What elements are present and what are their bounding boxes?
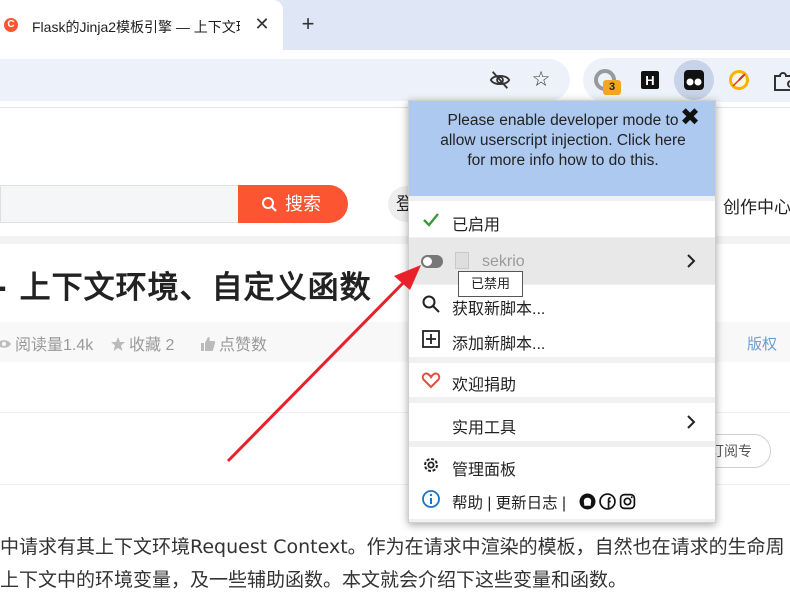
search-input[interactable] [0, 185, 240, 223]
donate-label: 欢迎捐助 [452, 377, 517, 394]
help-links: 帮助 | 更新日志 | [452, 491, 566, 513]
like-label: 点赞数 [219, 337, 268, 354]
bookmark-star-icon[interactable]: ☆ [530, 69, 552, 91]
script-status-tooltip: 已禁用 [458, 271, 523, 297]
help-row: 帮助 | 更新日志 | [409, 483, 715, 519]
utilities-label: 实用工具 [452, 420, 517, 437]
tab-title: Flask的Jinja2模板引擎 — 上下文环境、自定义函数 [32, 19, 240, 35]
h-icon[interactable]: H [637, 67, 663, 93]
add-new-script-item[interactable]: 添加新脚本... [409, 321, 715, 357]
star-icon [111, 337, 125, 351]
close-icon[interactable]: ✖ [679, 106, 701, 130]
github-icon[interactable] [579, 493, 596, 510]
banner-text: Please enable developer mode to allow us… [440, 112, 686, 169]
developer-mode-banner[interactable]: Please enable developer mode to allow us… [409, 101, 715, 196]
script-toggle-switch[interactable] [421, 255, 443, 268]
tab-active[interactable]: C Flask的Jinja2模板引擎 — 上下文环境、自定义函数 ✕ [0, 0, 283, 50]
puzzle-icon[interactable] [770, 67, 790, 93]
favorite-label: 收藏 2 [129, 337, 175, 354]
get-new-script-item[interactable]: 获取新脚本... [409, 285, 715, 321]
read-count-label: 阅读量1.4k [15, 337, 94, 354]
new-tab-button[interactable]: + [296, 12, 320, 36]
read-count: 阅读量1.4k [0, 331, 93, 355]
tab-close-icon[interactable]: ✕ [252, 14, 272, 34]
donate-item[interactable]: 欢迎捐助 [409, 363, 715, 397]
copyright-link[interactable]: 版权 [747, 333, 777, 354]
csdn-favicon-icon: C [4, 18, 18, 32]
get-new-script-label: 获取新脚本... [452, 301, 546, 318]
eye-icon [0, 340, 11, 348]
speedometer-icon[interactable] [726, 67, 752, 93]
plus-square-icon [422, 330, 440, 348]
search-button-label: 搜索 [285, 194, 321, 214]
svg-text:H: H [645, 73, 654, 88]
paragraph-line: 上下文中的环境变量，及一些辅助函数。本文就会介绍下这些变量和函数。 [0, 569, 628, 591]
address-bar[interactable] [0, 59, 570, 101]
changelog-link[interactable]: 更新日志 [496, 495, 558, 512]
separator: | [487, 495, 492, 512]
extension-badge: 3 [603, 80, 621, 95]
chevron-right-icon [687, 254, 696, 268]
check-icon [423, 213, 439, 227]
creator-center-link[interactable]: 创作中心 [723, 193, 790, 218]
tab-strip: C Flask的Jinja2模板引擎 — 上下文环境、自定义函数 ✕ + [0, 0, 790, 50]
favorite-button[interactable]: 收藏 2 [110, 331, 174, 355]
article-title: - 上下文环境、自定义函数 [0, 270, 372, 306]
eye-slash-icon[interactable] [489, 69, 511, 91]
footer-group: 管理面板 帮助 | 更新日志 | [409, 447, 715, 519]
add-new-script-label: 添加新脚本... [452, 336, 546, 353]
utilities-item[interactable]: 实用工具 [409, 403, 715, 441]
script-item-sekrio[interactable]: sekrio [409, 238, 715, 284]
chevron-right-icon [687, 415, 696, 429]
enabled-label: 已启用 [452, 217, 501, 234]
paragraph-line: 中请求有其上下文环境Request Context。作为在请求中渲染的模板，自然… [0, 536, 785, 558]
search-button[interactable]: 搜索 [238, 185, 348, 223]
script-file-icon [455, 252, 469, 269]
script-actions-group: 获取新脚本... 添加新脚本... [409, 285, 715, 357]
search-icon [422, 295, 440, 313]
social-icons [579, 493, 639, 510]
dashboard-label: 管理面板 [452, 462, 517, 479]
tampermonkey-icon [684, 70, 704, 90]
thumbs-up-icon [201, 337, 216, 351]
info-icon [422, 490, 440, 508]
like-button[interactable]: 点赞数 [200, 331, 267, 355]
facebook-icon[interactable] [599, 493, 616, 510]
script-name: sekrio [482, 253, 525, 270]
separator: | [562, 495, 567, 512]
gear-icon [424, 458, 438, 472]
dashboard-item[interactable]: 管理面板 [409, 447, 715, 483]
instagram-icon[interactable] [619, 493, 636, 510]
enabled-toggle-row[interactable]: 已启用 [409, 201, 715, 237]
tampermonkey-popup: Please enable developer mode to allow us… [408, 100, 716, 523]
heart-icon [421, 372, 441, 389]
help-link[interactable]: 帮助 [452, 495, 483, 512]
search-icon [262, 197, 277, 212]
